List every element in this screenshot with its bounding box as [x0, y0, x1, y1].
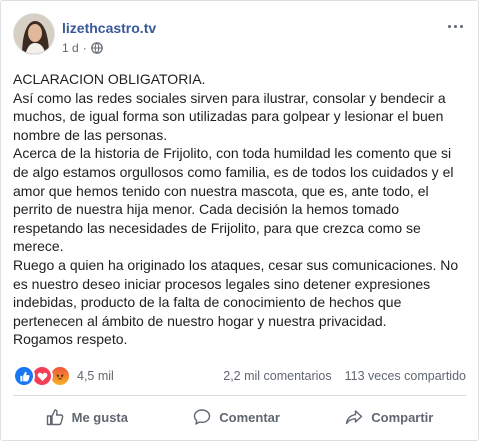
post-line: nombre de las personas. [13, 126, 168, 143]
post-actions: Me gusta Comentar Compartir [13, 400, 466, 434]
like-label: Me gusta [71, 409, 128, 425]
post-line: Así como las redes sociales sirven para … [13, 89, 446, 106]
comment-label: Comentar [219, 409, 280, 425]
post-line: indebidas, producto de la falta de conoc… [13, 294, 402, 311]
reaction-count[interactable]: 4,5 mil [77, 369, 114, 383]
post-line: amor que hemos tenido con nuestra mascot… [13, 182, 429, 199]
comment-button[interactable]: Comentar [183, 402, 290, 432]
post-card: lizethcastro.tv 1 d · ACLARACION OBLIGAT… [0, 0, 479, 441]
thumbs-up-icon [46, 409, 64, 426]
globe-icon[interactable] [90, 42, 103, 54]
shares-count[interactable]: 113 veces compartido [345, 369, 466, 383]
post-header: lizethcastro.tv 1 d · [13, 13, 466, 59]
post-stats: 4,5 mil 2,2 mil comentarios 113 veces co… [13, 365, 466, 387]
share-button[interactable]: Compartir [335, 402, 443, 432]
avatar-photo [14, 14, 54, 54]
post-line: ACLARACION OBLIGATORIA. [13, 71, 206, 87]
reactions-summary[interactable]: 4,5 mil [13, 365, 114, 387]
post-line: Rogamos respeto. [13, 331, 128, 348]
post-line: Ruego a quien ha originado los ataques, … [13, 256, 459, 273]
post-line: de algo estamos orgullosos como familia,… [13, 163, 454, 180]
more-options-button[interactable] [444, 19, 466, 33]
dot-icon [447, 24, 451, 28]
post-line: respetando las necesidades de Frijolito,… [13, 219, 421, 236]
share-label: Compartir [371, 409, 434, 425]
share-icon [346, 410, 363, 425]
post-time[interactable]: 1 d [62, 41, 79, 55]
post-body: ACLARACION OBLIGATORIA. Así como las red… [13, 70, 463, 349]
engagement-counts: 2,2 mil comentarios 113 veces compartido [223, 369, 466, 383]
post-line: Acerca de la historia de Frijolito, con … [13, 145, 452, 162]
dot-icon [453, 24, 457, 28]
like-reaction-icon [13, 365, 35, 387]
post-line: perrito de nuestra hija menor. Cada deci… [13, 201, 399, 218]
avatar[interactable] [13, 13, 55, 55]
like-button[interactable]: Me gusta [36, 402, 138, 432]
post-line: merece. [13, 238, 64, 255]
comment-icon [194, 409, 211, 425]
author-name[interactable]: lizethcastro.tv [62, 20, 156, 36]
post-line: muchos, de igual forma son utilizadas pa… [13, 108, 444, 125]
dot-icon [459, 24, 463, 28]
comments-count[interactable]: 2,2 mil comentarios [223, 369, 331, 383]
meta-separator: · [82, 41, 87, 55]
post-line: pertenecen al ámbito de nuestro hogar y … [13, 312, 387, 329]
post-meta: 1 d · [62, 41, 103, 55]
divider [13, 395, 466, 396]
post-line: es nuestro deseo iniciar procesos legale… [13, 275, 431, 292]
